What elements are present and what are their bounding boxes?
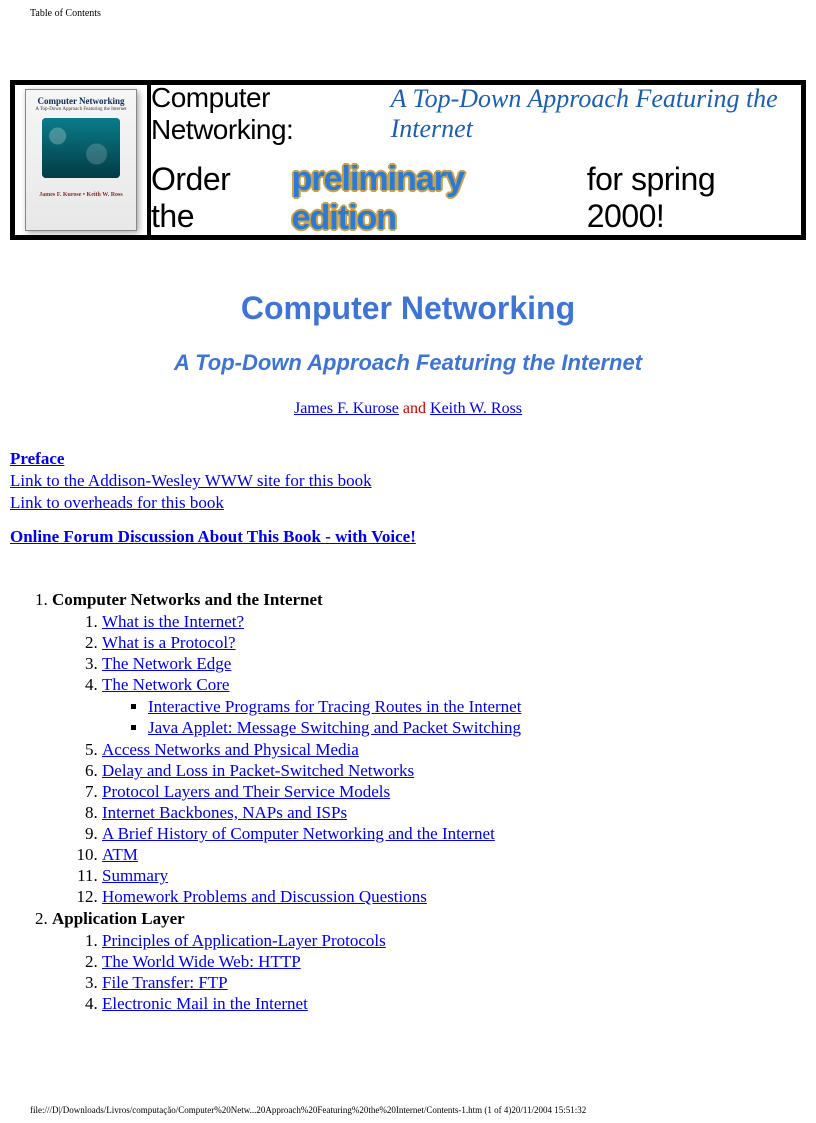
toc-ch2-s3[interactable]: File Transfer: FTP: [102, 973, 228, 992]
author-link-kurose[interactable]: James F. Kurose: [294, 400, 399, 417]
toc-chapter-1: Computer Networks and the Internet What …: [52, 590, 806, 907]
toc-ch2-s4[interactable]: Electronic Mail in the Internet: [102, 994, 308, 1013]
banner-line2-b: for spring 2000!: [587, 161, 801, 235]
toc-ch1-s12[interactable]: Homework Problems and Discussion Questio…: [102, 887, 427, 906]
cover-authors: James F. Kurose • Keith W. Ross: [39, 192, 122, 198]
toc-ch1-s4b[interactable]: Java Applet: Message Switching and Packe…: [148, 718, 521, 737]
toc-ch2-title: Application Layer: [52, 909, 185, 928]
authors-line: James F. Kurose and Keith W. Ross: [0, 400, 816, 418]
banner-text: Computer Networking: A Top-Down Approach…: [147, 85, 801, 235]
toc-ch1-s8[interactable]: Internet Backbones, NAPs and ISPs: [102, 803, 347, 822]
toc-ch1-s5[interactable]: Access Networks and Physical Media: [102, 740, 359, 759]
toc-ch1-s6[interactable]: Delay and Loss in Packet-Switched Networ…: [102, 761, 414, 780]
cover-title: Computer Networking: [37, 96, 124, 106]
book-cover-thumbnail: Computer Networking A Top-Down Approach …: [25, 89, 137, 231]
toc-ch1-s4a[interactable]: Interactive Programs for Tracing Routes …: [148, 697, 521, 716]
toc-ch1-s9[interactable]: A Brief History of Computer Networking a…: [102, 824, 495, 843]
toc-chapter-2: Application Layer Principles of Applicat…: [52, 909, 806, 1014]
toc-ch1-s1[interactable]: What is the Internet?: [102, 612, 244, 631]
banner-line1-script: A Top-Down Approach Featuring the Intern…: [391, 84, 801, 144]
toc-ch2-s2[interactable]: The World Wide Web: HTTP: [102, 952, 301, 971]
table-of-contents: Computer Networks and the Internet What …: [10, 590, 806, 1016]
preface-link[interactable]: Preface: [10, 449, 64, 468]
banner-line2-highlight: preliminary edition: [292, 160, 577, 238]
page-subtitle: A Top-Down Approach Featuring the Intern…: [0, 350, 816, 376]
banner-line1-plain: Computer Networking:: [151, 82, 383, 146]
top-links: Preface Link to the Addison-Wesley WWW s…: [10, 448, 806, 548]
toc-ch1-s4[interactable]: The Network Core: [102, 675, 229, 694]
authors-and: and: [399, 400, 430, 417]
banner-line2-a: Order the: [151, 161, 282, 235]
page-title: Computer Networking: [0, 290, 816, 327]
toc-ch2-s1[interactable]: Principles of Application-Layer Protocol…: [102, 931, 386, 950]
toc-ch1-s3[interactable]: The Network Edge: [102, 654, 231, 673]
toc-ch1-s2[interactable]: What is a Protocol?: [102, 633, 236, 652]
page-footer-path: file:///D|/Downloads/Livros/computação/C…: [30, 1105, 586, 1115]
toc-ch1-s11[interactable]: Summary: [102, 866, 168, 885]
overheads-link[interactable]: Link to overheads for this book: [10, 493, 224, 512]
cover-subtitle: A Top-Down Approach Featuring the Intern…: [35, 107, 126, 112]
addison-wesley-link[interactable]: Link to the Addison-Wesley WWW site for …: [10, 471, 372, 490]
author-link-ross[interactable]: Keith W. Ross: [430, 400, 522, 417]
promo-banner: Computer Networking A Top-Down Approach …: [10, 80, 806, 240]
toc-ch1-s7[interactable]: Protocol Layers and Their Service Models: [102, 782, 390, 801]
cover-art: [42, 118, 120, 178]
forum-link[interactable]: Online Forum Discussion About This Book …: [10, 527, 416, 546]
toc-ch1-s10[interactable]: ATM: [102, 845, 138, 864]
toc-ch1-title: Computer Networks and the Internet: [52, 590, 323, 609]
page-header-label: Table of Contents: [30, 8, 101, 19]
